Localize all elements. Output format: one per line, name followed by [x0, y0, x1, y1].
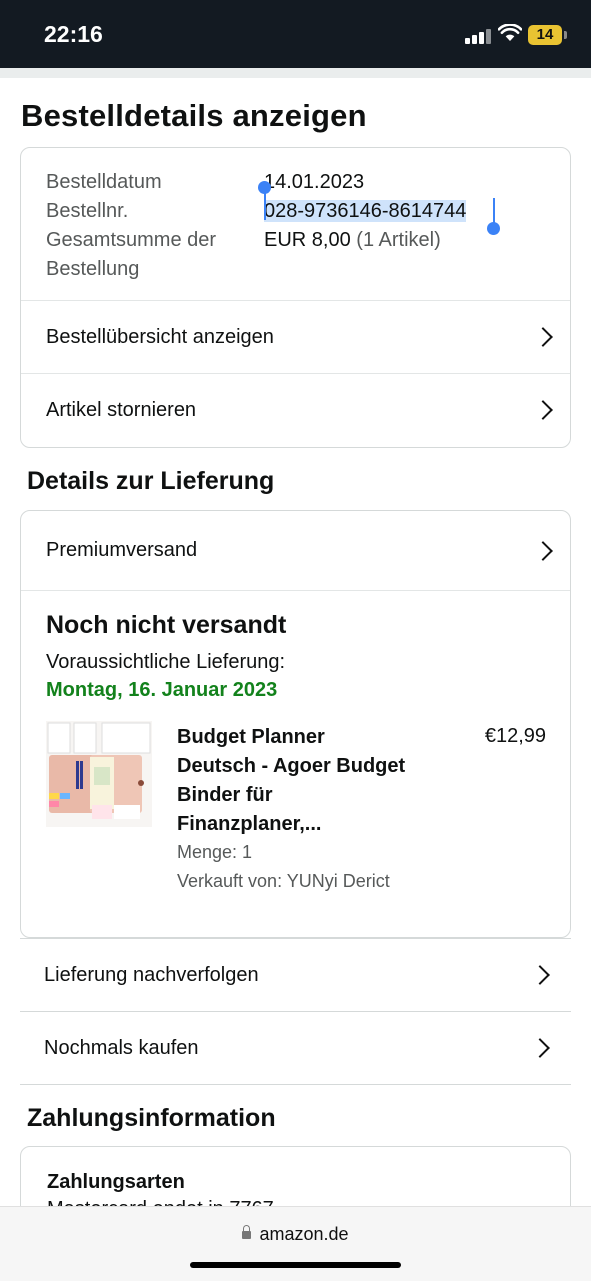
- eta-label: Voraussichtliche Lieferung:: [46, 651, 286, 673]
- battery-icon: 14: [528, 25, 562, 45]
- eta-date: Montag, 16. Januar 2023: [46, 679, 278, 701]
- wifi-icon: [498, 24, 522, 41]
- order-number-value[interactable]: 028-9736146-8614744: [264, 197, 467, 226]
- divider: [20, 1084, 571, 1085]
- divider: [21, 590, 570, 591]
- chevron-right-icon: [530, 1038, 550, 1058]
- order-total-amount: EUR 8,00: [264, 229, 351, 251]
- buy-again-row[interactable]: Nochmals kaufen: [20, 1011, 571, 1084]
- order-date-label: Bestelldatum: [46, 171, 162, 193]
- product-title-line: Binder für: [177, 784, 273, 806]
- delivery-section-title: Details zur Lieferung: [27, 467, 275, 495]
- selected-order-number[interactable]: 028-9736146-8614744: [264, 200, 467, 222]
- selection-start-bar: [264, 192, 266, 220]
- order-date-value: 14.01.2023: [264, 171, 365, 193]
- product-title[interactable]: Budget Planner Deutsch - Agoer Budget Bi…: [177, 723, 437, 839]
- order-total-items: (1 Artikel): [356, 229, 441, 251]
- chevron-right-icon: [533, 400, 553, 420]
- payment-methods-title: Zahlungsarten: [47, 1171, 185, 1193]
- view-order-summary-row[interactable]: Bestellübersicht anzeigen: [21, 300, 570, 373]
- order-total-label-line2: Bestellung: [46, 258, 140, 280]
- battery-cap: [564, 31, 567, 39]
- selection-end-handle[interactable]: [487, 222, 500, 235]
- order-total-label-line1: Gesamtsumme der: [46, 229, 217, 251]
- page-title: Bestelldetails anzeigen: [21, 98, 367, 133]
- cancel-items-row[interactable]: Artikel stornieren: [21, 373, 570, 446]
- product-title-line: Budget Planner: [177, 726, 325, 748]
- header-strip: [0, 68, 591, 78]
- payment-section-title: Zahlungsinformation: [27, 1104, 276, 1132]
- product-title-line: Finanzplaner,...: [177, 813, 322, 835]
- order-number-label: Bestellnr.: [46, 200, 129, 222]
- lock-icon: [242, 1225, 252, 1239]
- delivery-card: Premiumversand Noch nicht versandt Vorau…: [20, 510, 571, 938]
- product-seller: Verkauft von: YUNyi Derict: [177, 871, 390, 891]
- shipping-method-row[interactable]: Premiumversand: [21, 511, 570, 590]
- chevron-right-icon: [533, 540, 553, 561]
- chevron-right-icon: [533, 327, 553, 347]
- budget-planner-image: [46, 721, 152, 827]
- url-text: amazon.de: [259, 1224, 349, 1244]
- order-summary-card: Bestelldatum 14.01.2023 Bestellnr. 028-9…: [20, 147, 571, 448]
- track-delivery-label: Lieferung nachverfolgen: [44, 963, 259, 986]
- order-total-value: EUR 8,00 (1 Artikel): [264, 226, 441, 255]
- clock: 22:16: [44, 21, 103, 47]
- product-price: €12,99: [484, 725, 546, 747]
- url-display[interactable]: amazon.de: [0, 1224, 591, 1245]
- shipping-method-label: Premiumversand: [46, 539, 198, 561]
- browser-address-bar[interactable]: amazon.de: [0, 1206, 591, 1281]
- chevron-right-icon: [530, 965, 550, 985]
- product-title-line: Deutsch - Agoer Budget: [177, 755, 406, 777]
- status-bar: 22:16 14: [0, 0, 591, 68]
- cancel-items-label: Artikel stornieren: [46, 398, 197, 421]
- shipment-status: Noch nicht versandt: [46, 611, 287, 639]
- product-image[interactable]: [46, 721, 152, 827]
- buy-again-label: Nochmals kaufen: [44, 1036, 199, 1059]
- view-order-summary-label: Bestellübersicht anzeigen: [46, 325, 274, 348]
- track-delivery-row[interactable]: Lieferung nachverfolgen: [20, 938, 571, 1011]
- product-quantity: Menge: 1: [177, 842, 253, 862]
- signal-icon: [465, 28, 491, 44]
- home-indicator[interactable]: [190, 1262, 401, 1268]
